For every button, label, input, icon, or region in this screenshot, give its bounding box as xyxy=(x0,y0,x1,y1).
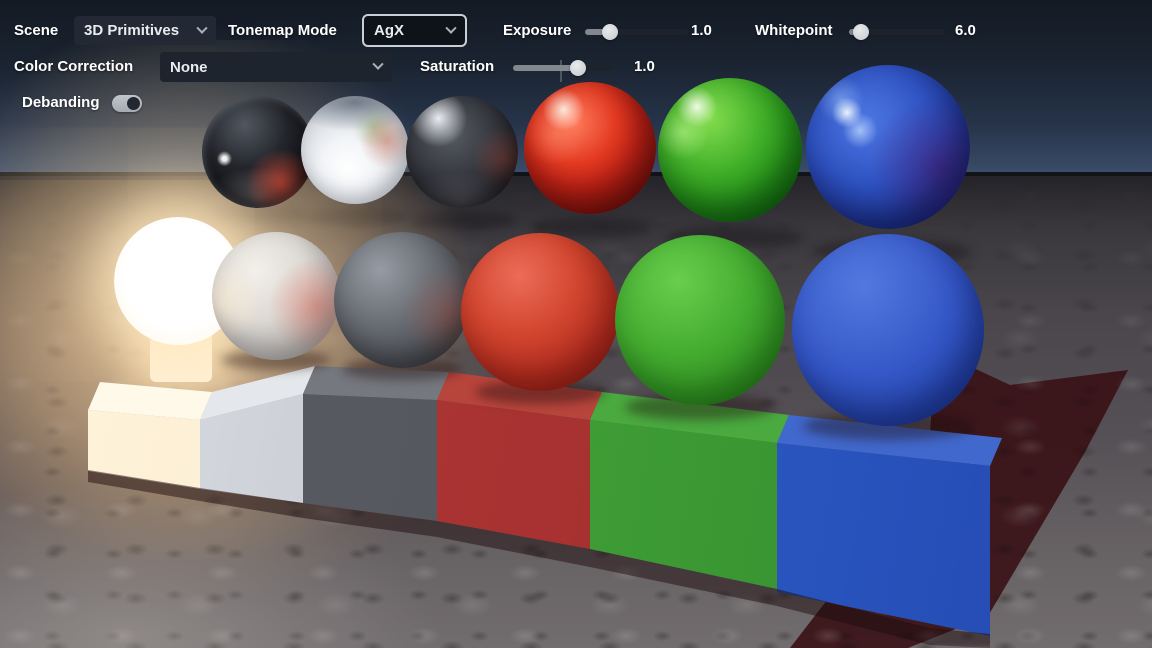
exposure-slider-handle[interactable] xyxy=(602,24,618,40)
scene-dropdown[interactable]: 3D Primitives xyxy=(74,16,216,45)
color-correction-dropdown-value: None xyxy=(170,59,208,76)
color-correction-dropdown[interactable]: None xyxy=(160,52,392,82)
exposure-label: Exposure xyxy=(503,21,571,41)
chevron-down-icon xyxy=(196,22,207,33)
whitepoint-value: 6.0 xyxy=(955,21,976,41)
color-correction-label: Color Correction xyxy=(14,57,133,77)
app-window: Scene 3D Primitives Tonemap Mode AgX Exp… xyxy=(0,0,1152,648)
tonemap-mode-label: Tonemap Mode xyxy=(228,21,337,41)
whitepoint-label: Whitepoint xyxy=(755,21,832,41)
scene-label: Scene xyxy=(14,21,58,41)
chevron-down-icon xyxy=(372,59,383,70)
debanding-label: Debanding xyxy=(22,93,100,113)
tonemap-dropdown-value: AgX xyxy=(374,22,404,39)
sphere-matte-white xyxy=(212,232,340,360)
chevron-down-icon xyxy=(445,22,456,33)
debanding-toggle[interactable] xyxy=(112,95,142,112)
saturation-label: Saturation xyxy=(420,57,494,77)
saturation-slider-handle[interactable] xyxy=(570,60,586,76)
toggle-knob xyxy=(127,97,140,110)
whitepoint-slider-handle[interactable] xyxy=(853,24,869,40)
sphere-matte-red xyxy=(461,233,619,391)
sphere-matte-gray xyxy=(334,232,470,368)
whitepoint-slider[interactable] xyxy=(849,22,945,42)
slider-fill xyxy=(513,65,578,71)
exposure-value: 1.0 xyxy=(691,21,712,41)
scene-dropdown-value: 3D Primitives xyxy=(84,22,179,39)
saturation-slider[interactable] xyxy=(513,58,613,78)
tonemap-mode-dropdown[interactable]: AgX xyxy=(362,14,467,47)
sphere-matte-green xyxy=(615,235,785,405)
sphere-matte-blue xyxy=(792,234,984,426)
saturation-value: 1.0 xyxy=(634,57,655,77)
settings-panel: Scene 3D Primitives Tonemap Mode AgX Exp… xyxy=(0,0,1152,130)
slider-center-tick xyxy=(560,60,562,82)
exposure-slider[interactable] xyxy=(585,22,688,42)
